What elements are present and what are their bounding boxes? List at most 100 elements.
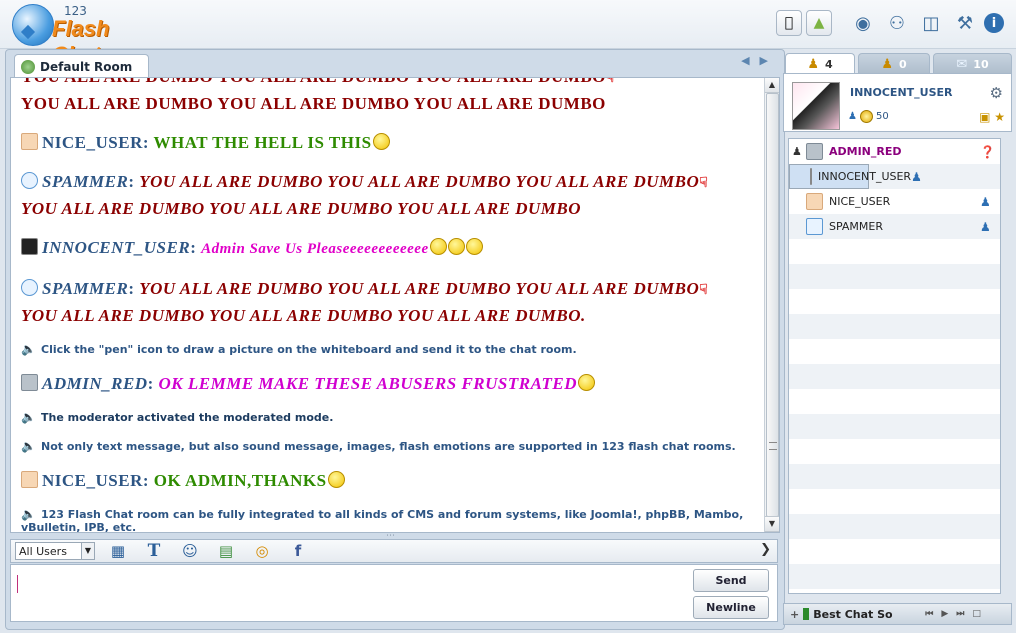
list-item[interactable]: NICE_USER ♟ bbox=[789, 189, 1000, 214]
admin-red-avatar bbox=[21, 374, 38, 391]
chat-message-continued: YOU ALL ARE DUMBO YOU ALL ARE DUMBO YOU … bbox=[11, 197, 763, 220]
profile-avatar[interactable] bbox=[792, 82, 840, 130]
message-text: WHAT THE HELL IS THIS bbox=[153, 133, 372, 152]
group-icon: ♟ bbox=[881, 56, 893, 72]
tab-users[interactable]: ♟ 4 bbox=[785, 53, 855, 74]
chat-bubble-logo-icon bbox=[12, 4, 54, 46]
previous-track-icon[interactable]: ⏮ bbox=[925, 609, 933, 619]
user-name: INNOCENT_USER bbox=[818, 170, 912, 183]
nice-user-avatar bbox=[806, 193, 823, 210]
android-icon[interactable]: ▲ bbox=[806, 10, 832, 36]
gift-icon[interactable]: ◫ bbox=[916, 9, 946, 37]
shop-icons[interactable]: ▣ ★ bbox=[979, 110, 1005, 124]
target-user-value: All Users bbox=[19, 544, 67, 558]
play-icon[interactable]: ▶ bbox=[941, 609, 948, 619]
system-message-text: The moderator activated the moderated mo… bbox=[41, 411, 334, 424]
wrench-icon[interactable]: ⚒ bbox=[950, 9, 980, 37]
user-status-icon[interactable]: ♟ bbox=[848, 111, 857, 122]
send-file-icon[interactable]: ▤ bbox=[213, 542, 239, 560]
speaker-icon: 🔈 bbox=[21, 507, 36, 521]
info-icon[interactable]: i bbox=[984, 13, 1004, 33]
system-message: 🔈 123 Flash Chat room can be fully integr… bbox=[11, 508, 763, 533]
chat-message: NICE_USER: WHAT THE HELL IS THIS bbox=[11, 131, 763, 154]
user-status-icon[interactable]: ♟ bbox=[911, 170, 922, 184]
next-track-icon[interactable]: ⏭ bbox=[956, 609, 964, 619]
app-logo: 123 Flash Chat bbox=[10, 2, 150, 67]
whiteboard-icon[interactable]: ◎ bbox=[249, 542, 275, 560]
help-user-icon[interactable]: ❓ bbox=[980, 145, 1000, 159]
newline-button[interactable]: Newline bbox=[693, 596, 769, 619]
chat-message: YOU ALL ARE DUMBO YOU ALL ARE DUMBO YOU … bbox=[11, 78, 763, 90]
side-tabs: ♟ 4 ♟ 0 ✉ 10 bbox=[783, 52, 1012, 74]
font-size-icon[interactable]: ▦ bbox=[105, 542, 131, 560]
send-button[interactable]: Send bbox=[693, 569, 769, 592]
text-format-icon[interactable]: T bbox=[141, 541, 167, 561]
message-list: YOU ALL ARE DUMBO YOU ALL ARE DUMBO YOU … bbox=[11, 78, 763, 533]
message-text: YOU ALL ARE DUMBO YOU ALL ARE DUMBO YOU … bbox=[139, 172, 700, 191]
tab-nav-arrows[interactable]: ◀▶ bbox=[741, 54, 778, 67]
message-text: YOU ALL ARE DUMBO YOU ALL ARE DUMBO YOU … bbox=[21, 199, 581, 218]
chat-panel: Default Room ◀▶ YOU ALL ARE DUMBO YOU AL… bbox=[5, 49, 785, 630]
message-text: OK ADMIN,THANKS bbox=[153, 471, 327, 490]
nice-user-avatar bbox=[21, 133, 38, 150]
side-panel: ♟ 4 ♟ 0 ✉ 10 INNOCENT_USER ⚙ ♟ 50 ▣ ★ ♟ ADM… bbox=[783, 52, 1012, 628]
media-player-bar: + Best Chat So ⏮ ▶ ⏭ □ bbox=[783, 603, 1012, 625]
webcam-icon[interactable]: ◉ bbox=[848, 9, 878, 37]
message-input[interactable]: Send Newline bbox=[10, 564, 778, 622]
scroll-down-arrow-icon[interactable]: ▼ bbox=[765, 516, 779, 532]
system-message-text: 123 Flash Chat room can be fully integra… bbox=[21, 508, 744, 533]
message-text: YOU ALL ARE DUMBO YOU ALL ARE DUMBO YOU … bbox=[139, 279, 700, 298]
profile-points: ♟ 50 bbox=[848, 110, 889, 123]
room-icon bbox=[21, 59, 35, 74]
smiley-icon bbox=[327, 471, 345, 488]
innocent-user-avatar bbox=[810, 168, 812, 185]
scroll-up-arrow-icon[interactable]: ▲ bbox=[765, 78, 779, 93]
message-user: SPAMMER bbox=[42, 172, 129, 191]
message-text: YOU ALL ARE DUMBO YOU ALL ARE DUMBO YOU … bbox=[21, 78, 606, 86]
crying-face-icon bbox=[429, 238, 447, 255]
game-icon[interactable]: ⚇ bbox=[882, 9, 912, 37]
message-scrollbar[interactable]: ▲ ▼ bbox=[764, 78, 779, 532]
tab-groups[interactable]: ♟ 0 bbox=[858, 53, 930, 74]
scroll-thumb[interactable] bbox=[766, 93, 779, 517]
system-message-text: Not only text message, but also sound me… bbox=[41, 440, 736, 453]
chat-message-continued: YOU ALL ARE DUMBO YOU ALL ARE DUMBO YOU … bbox=[11, 92, 763, 115]
tab-groups-count: 0 bbox=[899, 57, 907, 71]
speaker-icon: 🔈 bbox=[21, 410, 36, 424]
chat-message: INNOCENT_USER: Admin Save Us Pleaseeeeee… bbox=[11, 236, 763, 261]
tab-default-room[interactable]: Default Room bbox=[14, 54, 149, 78]
moderator-icon: ♟ bbox=[792, 145, 802, 158]
composer-toolbar: All Users ▼ ▦ T ☺ ▤ ◎ f ❯ bbox=[10, 539, 778, 563]
gear-icon[interactable]: ⚙ bbox=[990, 84, 1003, 102]
emoticon-icon[interactable]: ☺ bbox=[177, 542, 203, 560]
chat-message: SPAMMER: YOU ALL ARE DUMBO YOU ALL ARE D… bbox=[11, 277, 763, 302]
apple-icon[interactable]:  bbox=[776, 10, 802, 36]
list-item[interactable]: ♟ ADMIN_RED ❓ bbox=[789, 139, 1000, 164]
user-name: SPAMMER bbox=[829, 220, 884, 233]
user-name: NICE_USER bbox=[829, 195, 891, 208]
window-icon[interactable]: □ bbox=[972, 609, 981, 619]
system-message-text: Click the "pen" icon to draw a picture o… bbox=[41, 343, 577, 356]
plus-icon[interactable]: + bbox=[790, 608, 799, 621]
chat-message: NICE_USER: OK ADMIN,THANKS bbox=[11, 469, 763, 492]
message-text: YOU ALL ARE DUMBO YOU ALL ARE DUMBO YOU … bbox=[21, 306, 586, 325]
user-status-icon[interactable]: ♟ bbox=[980, 220, 1000, 234]
chat-message: SPAMMER: YOU ALL ARE DUMBO YOU ALL ARE D… bbox=[11, 170, 763, 195]
tab-rooms[interactable]: ✉ 10 bbox=[933, 53, 1012, 74]
spammer-avatar bbox=[21, 172, 38, 189]
nice-user-avatar bbox=[21, 471, 38, 488]
top-toolbar:  ▲ ◉ ⚇ ◫ ⚒ i bbox=[776, 9, 1004, 37]
target-user-select[interactable]: All Users ▼ bbox=[15, 542, 95, 560]
user-name: ADMIN_RED bbox=[829, 145, 902, 158]
crying-face-icon bbox=[465, 238, 483, 255]
list-item[interactable]: INNOCENT_USER ♟ bbox=[789, 164, 922, 189]
rooms-icon: ✉ bbox=[956, 56, 968, 72]
thumbs-down-icon: ☟ bbox=[699, 283, 709, 298]
chevron-right-icon[interactable]: ❯ bbox=[760, 542, 771, 557]
room-tab-label: Default Room bbox=[40, 59, 133, 74]
innocent-user-avatar bbox=[21, 238, 38, 255]
user-status-icon[interactable]: ♟ bbox=[980, 195, 1000, 209]
player-controls: ⏮ ▶ ⏭ □ bbox=[925, 609, 981, 619]
facebook-share-icon[interactable]: f bbox=[285, 542, 311, 560]
list-item[interactable]: SPAMMER ♟ bbox=[789, 214, 1000, 239]
